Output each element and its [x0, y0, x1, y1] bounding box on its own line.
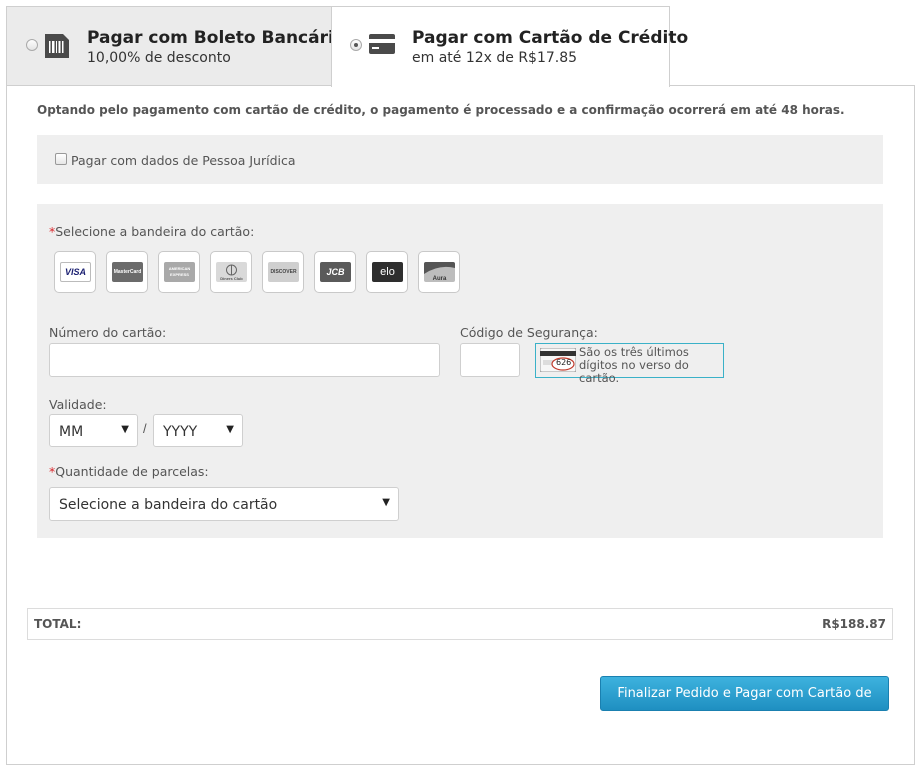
month-select[interactable]: MM ▼: [49, 414, 138, 447]
brand-discover[interactable]: DISCOVER: [262, 251, 304, 293]
credit-card-icon: [369, 34, 395, 59]
brand-elo[interactable]: elo: [366, 251, 408, 293]
brand-diners[interactable]: Diners Club: [210, 251, 252, 293]
brand-visa[interactable]: VISA: [54, 251, 96, 293]
payment-tabs: Pagar com Boleto Bancário 10,00% de desc…: [6, 6, 688, 87]
date-separator: /: [143, 421, 147, 436]
barcode-icon: [45, 32, 69, 63]
cvv-help: 626 São os três últimos dígitos no verso…: [535, 343, 724, 385]
finalize-order-button[interactable]: Finalizar Pedido e Pagar com Cartão de C…: [600, 676, 889, 734]
brand-jcb[interactable]: JCB: [314, 251, 356, 293]
jcb-icon: JCB: [320, 262, 351, 282]
cvv-example: 626: [556, 358, 572, 367]
validity-label: Validade:: [49, 397, 107, 412]
pj-label[interactable]: Pagar com dados de Pessoa Jurídica: [71, 153, 296, 168]
brand-amex[interactable]: AMERICAN EXPRESS: [158, 251, 200, 293]
card-number-label: Número do cartão:: [49, 325, 167, 340]
total-row: TOTAL: R$188.87: [27, 608, 893, 640]
cvv-help-text: São os três últimos dígitos no verso do …: [579, 345, 689, 385]
amex-icon: AMERICAN EXPRESS: [164, 262, 195, 282]
tab-cartao[interactable]: Pagar com Cartão de Crédito em até 12x d…: [331, 6, 688, 87]
chevron-down-icon: ▼: [226, 424, 234, 435]
security-code-input[interactable]: [460, 343, 520, 377]
boleto-title: Pagar com Boleto Bancário: [87, 28, 346, 48]
year-select[interactable]: YYYY ▼: [153, 414, 243, 447]
total-value: R$188.87: [822, 617, 886, 631]
total-label: TOTAL:: [34, 617, 82, 631]
cartao-title: Pagar com Cartão de Crédito: [412, 28, 689, 48]
chevron-down-icon: ▼: [382, 497, 390, 508]
diners-icon: Diners Club: [216, 262, 247, 282]
tab-boleto[interactable]: Pagar com Boleto Bancário 10,00% de desc…: [6, 6, 346, 86]
card-number-input[interactable]: [49, 343, 440, 377]
elo-icon: elo: [372, 262, 403, 282]
brand-mastercard[interactable]: MasterCard: [106, 251, 148, 293]
visa-icon: VISA: [60, 262, 91, 282]
brand-aura[interactable]: Aura: [418, 251, 460, 293]
security-code-label: Código de Segurança:: [460, 325, 598, 340]
chevron-down-icon: ▼: [121, 424, 129, 435]
aura-icon: Aura: [424, 262, 455, 282]
cartao-installments: em até 12x de R$17.85: [412, 50, 578, 66]
cartao-radio[interactable]: [350, 39, 362, 51]
mastercard-icon: MasterCard: [112, 262, 143, 282]
boleto-radio[interactable]: [26, 39, 38, 51]
processing-notice: Optando pelo pagamento com cartão de cré…: [37, 103, 845, 117]
discover-icon: DISCOVER: [268, 262, 299, 282]
installments-label: *Quantidade de parcelas:: [49, 464, 209, 479]
pj-checkbox[interactable]: [55, 153, 67, 165]
boleto-discount: 10,00% de desconto: [87, 50, 231, 66]
cvv-card-icon: 626: [539, 347, 577, 377]
installments-select[interactable]: Selecione a bandeira do cartão ▼: [49, 487, 399, 521]
brand-label: *Selecione a bandeira do cartão:: [49, 224, 255, 239]
